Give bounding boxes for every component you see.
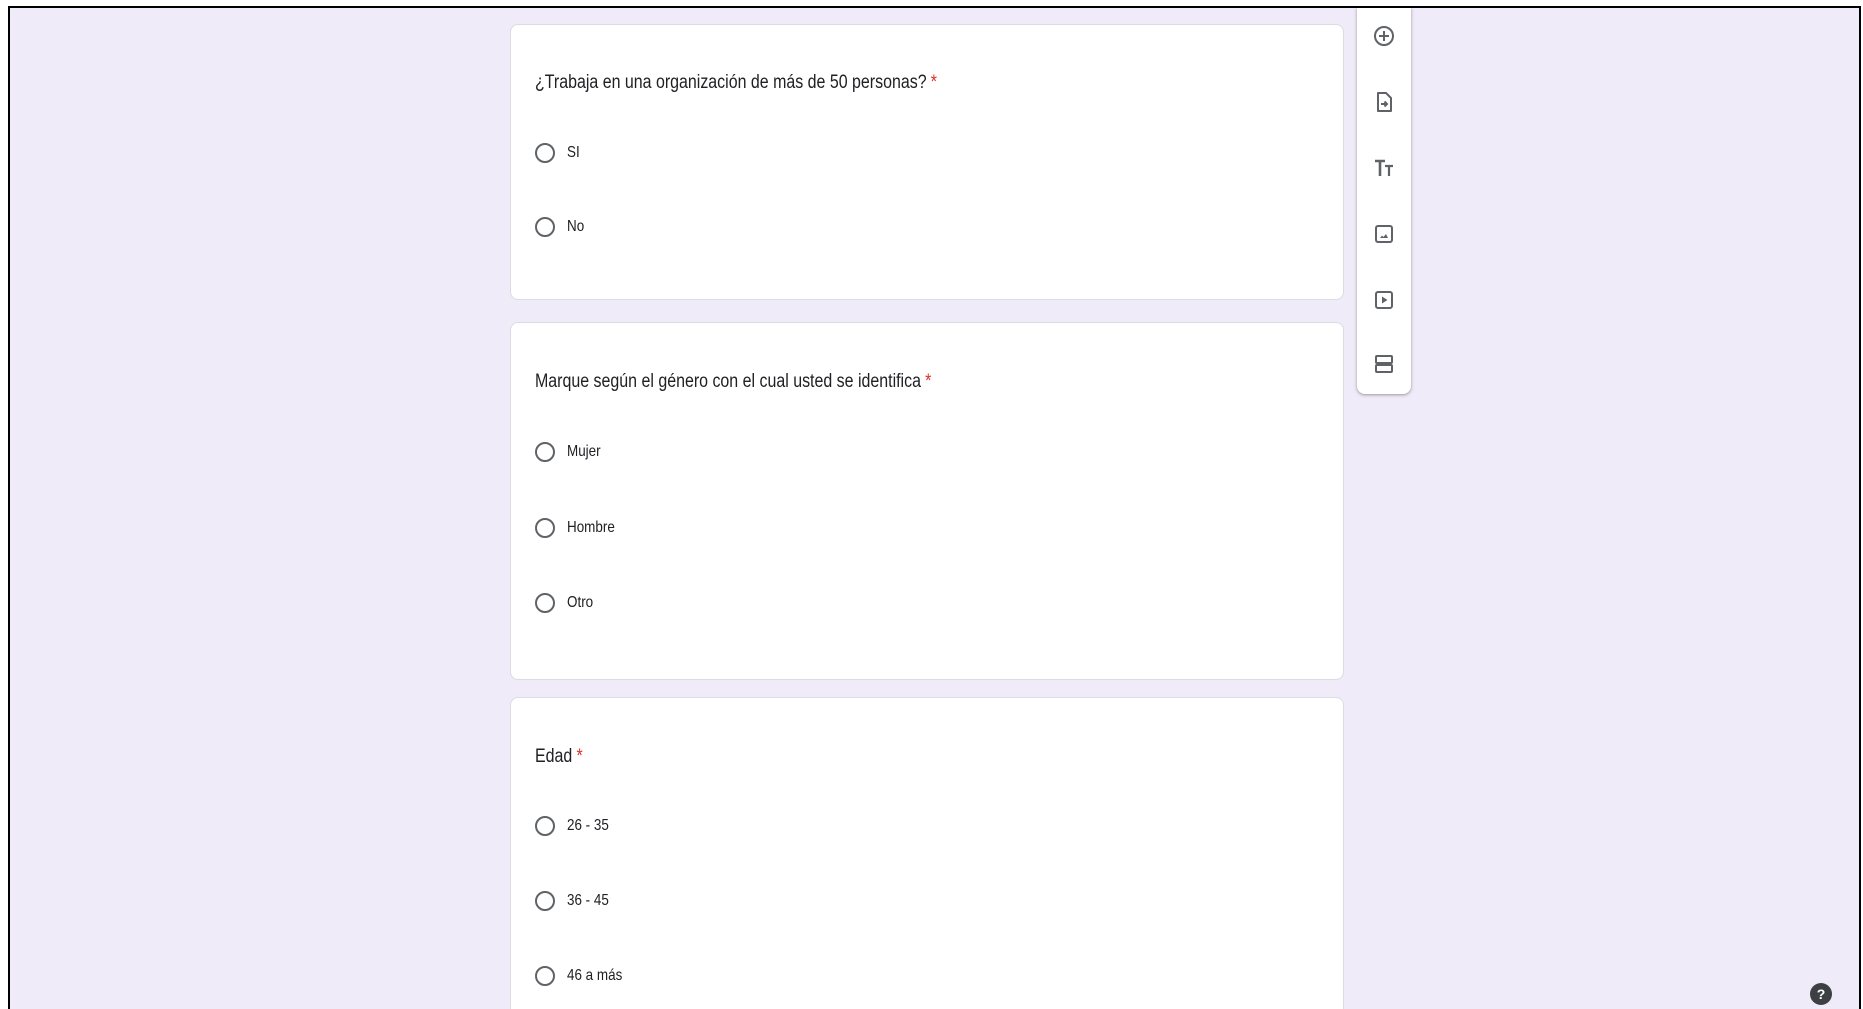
radio-option[interactable]: 26 - 35 — [535, 816, 617, 836]
option-label: Otro — [567, 594, 594, 611]
option-label: 26 - 35 — [567, 817, 609, 834]
add-section-icon — [1375, 355, 1393, 373]
add-title-icon — [1375, 159, 1393, 176]
radio-option[interactable]: Otro — [535, 593, 598, 613]
import-questions-button[interactable] — [1366, 84, 1402, 120]
add-video-icon — [1375, 291, 1393, 309]
radio-button[interactable] — [535, 217, 555, 237]
form-editor-canvas: ¿Trabaja en una organización de más de 5… — [8, 6, 1861, 1009]
question-card[interactable]: ¿Trabaja en una organización de más de 5… — [510, 24, 1344, 300]
add-section-button[interactable] — [1366, 346, 1402, 382]
add-question-icon — [1374, 26, 1394, 46]
question-card[interactable]: Marque según el género con el cual usted… — [510, 322, 1344, 680]
import-questions-icon — [1377, 92, 1392, 112]
add-image-button[interactable] — [1366, 216, 1402, 252]
floating-toolbar — [1357, 8, 1411, 394]
question-title: ¿Trabaja en una organización de más de 5… — [535, 72, 937, 93]
radio-option[interactable]: SI — [535, 143, 582, 163]
option-label: No — [567, 218, 585, 235]
required-asterisk: * — [930, 72, 937, 93]
radio-button[interactable] — [535, 442, 555, 462]
radio-option[interactable]: 46 a más — [535, 966, 633, 986]
option-label: Mujer — [567, 443, 601, 460]
required-asterisk: * — [576, 746, 583, 767]
help-button[interactable]: ? — [1810, 983, 1832, 1005]
radio-button[interactable] — [535, 143, 555, 163]
radio-button[interactable] — [535, 518, 555, 538]
question-title: Marque según el género con el cual usted… — [535, 371, 932, 392]
question-card[interactable]: Edad * 26 - 35 36 - 45 46 a más — [510, 697, 1344, 1009]
option-label: 36 - 45 — [567, 892, 609, 909]
add-question-button[interactable] — [1366, 18, 1402, 54]
add-title-button[interactable] — [1366, 150, 1402, 186]
help-icon: ? — [1816, 986, 1826, 1002]
radio-option[interactable]: No — [535, 217, 587, 237]
required-asterisk: * — [925, 371, 932, 392]
add-video-button[interactable] — [1366, 282, 1402, 318]
radio-button[interactable] — [535, 966, 555, 986]
option-label: 46 a más — [567, 967, 623, 984]
radio-option[interactable]: 36 - 45 — [535, 891, 617, 911]
radio-button[interactable] — [535, 593, 555, 613]
add-image-icon — [1375, 225, 1393, 243]
option-label: SI — [567, 144, 580, 161]
radio-button[interactable] — [535, 891, 555, 911]
question-title: Edad * — [535, 746, 583, 767]
option-label: Hombre — [567, 519, 615, 536]
radio-button[interactable] — [535, 816, 555, 836]
radio-option[interactable]: Mujer — [535, 442, 607, 462]
radio-option[interactable]: Hombre — [535, 518, 624, 538]
